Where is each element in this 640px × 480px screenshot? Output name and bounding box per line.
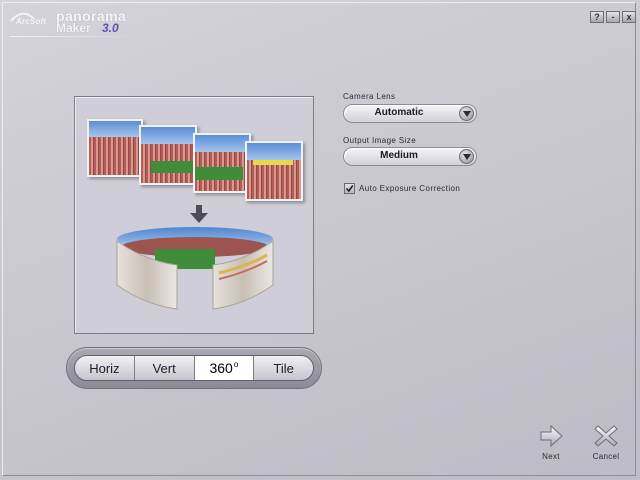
auto-exposure-label[interactable]: Auto Exposure Correction (359, 184, 460, 193)
output-size-label: Output Image Size (343, 136, 417, 145)
degree-sign: o (233, 359, 239, 369)
camera-lens-value: Automatic (374, 107, 424, 118)
arrow-right-icon (540, 424, 563, 448)
sample-photo-2 (139, 125, 197, 185)
layout-mode-segments: Horiz Vert 360 o Tile (74, 355, 314, 381)
close-icon[interactable]: x (622, 11, 636, 23)
layout-preview-panel (74, 96, 314, 334)
output-size-select[interactable]: Medium (343, 147, 477, 166)
chevron-down-icon[interactable] (459, 149, 474, 164)
app-title-line2: Maker (56, 21, 91, 35)
logo-underline (10, 36, 140, 37)
check-icon (345, 185, 354, 193)
mode-tile-button[interactable]: Tile (254, 356, 313, 380)
chevron-down-icon[interactable] (459, 106, 474, 121)
layout-mode-selector: Horiz Vert 360 o Tile (66, 347, 322, 389)
arrow-down-icon (190, 205, 208, 223)
brand-name: ArcSoft (16, 17, 47, 26)
next-label: Next (542, 452, 560, 461)
sample-photo-4 (245, 141, 303, 201)
minimize-icon[interactable]: - (606, 11, 620, 23)
sample-photo-1 (87, 119, 143, 177)
mode-360-label: 360 (209, 360, 233, 376)
camera-lens-select[interactable]: Automatic (343, 104, 477, 123)
cancel-label: Cancel (592, 452, 620, 461)
cancel-button[interactable]: Cancel (588, 424, 624, 470)
mode-horiz-button[interactable]: Horiz (75, 356, 135, 380)
help-icon[interactable]: ? (590, 11, 604, 23)
panorama-360-cylinder (116, 227, 274, 310)
x-icon (594, 425, 618, 447)
window-controls: ? - x (590, 11, 636, 23)
camera-lens-label: Camera Lens (343, 92, 396, 101)
app-version: 3.0 (102, 21, 119, 35)
mode-vert-button[interactable]: Vert (134, 356, 195, 380)
auto-exposure-checkbox[interactable] (344, 183, 355, 194)
output-size-value: Medium (380, 150, 418, 161)
next-button[interactable]: Next (533, 424, 569, 470)
sample-photo-3 (193, 133, 251, 193)
mode-360-button[interactable]: 360 o (194, 356, 255, 380)
